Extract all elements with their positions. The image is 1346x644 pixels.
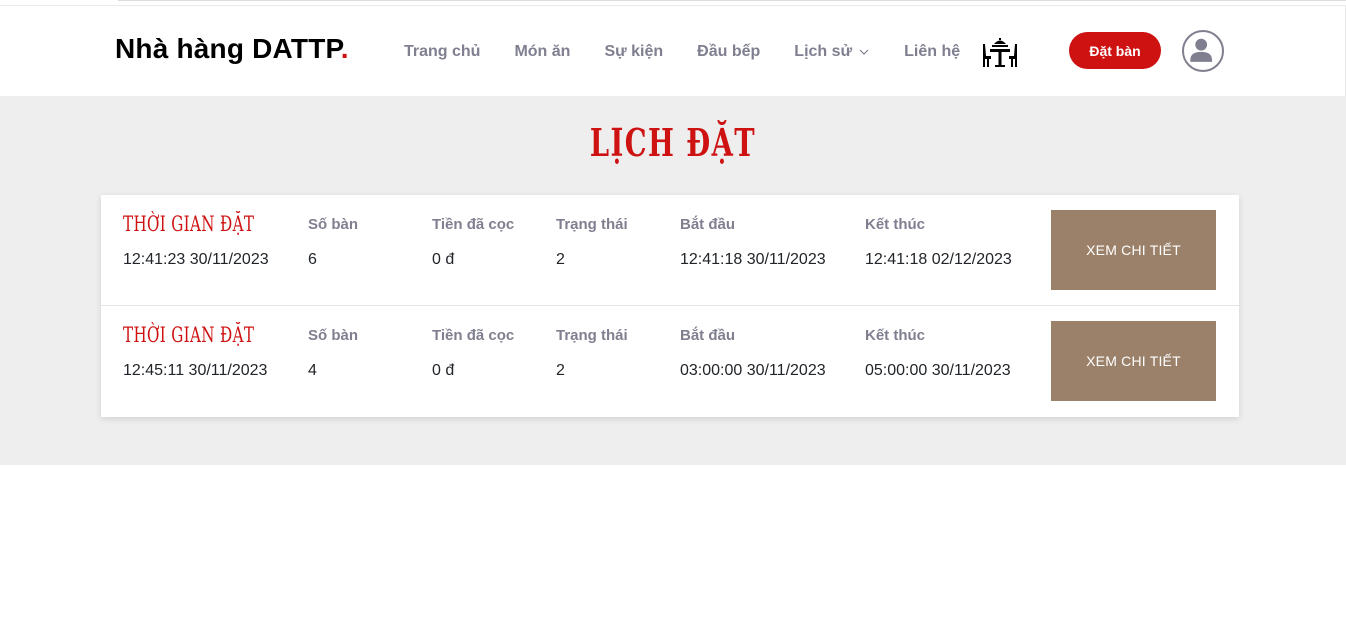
- brand-name: Nhà hàng DATTP: [115, 33, 341, 64]
- deposit-value: 0 đ: [432, 251, 455, 268]
- start-label: Bắt đầu: [680, 216, 736, 233]
- status-value: 2: [556, 251, 565, 268]
- nav-home[interactable]: Trang chủ: [404, 43, 480, 61]
- booking-time-label: THỜI GIAN ĐẶT: [123, 323, 255, 347]
- start-label: Bắt đầu: [680, 327, 736, 344]
- end-label: Kết thúc: [865, 216, 925, 233]
- deposit-label: Tiền đã cọc: [432, 216, 515, 233]
- navbar: Nhà hàng DATTP. Trang chủ Món ăn Sự kiện…: [0, 6, 1346, 96]
- table-number-value: 4: [308, 362, 317, 379]
- start-value: 03:00:00 30/11/2023: [680, 362, 826, 379]
- deposit-label: Tiền đã cọc: [432, 327, 515, 344]
- end-value: 12:41:18 02/12/2023: [865, 251, 1012, 268]
- view-detail-button[interactable]: XEM CHI TIẾT: [1051, 210, 1216, 290]
- end-value: 05:00:00 30/11/2023: [865, 362, 1011, 379]
- nav-contact[interactable]: Liên hệ: [904, 43, 960, 61]
- nav-menu[interactable]: Món ăn: [514, 43, 570, 61]
- booking-time-value: 12:45:11 30/11/2023: [123, 362, 268, 379]
- brand-logo[interactable]: Nhà hàng DATTP.: [115, 33, 349, 65]
- user-avatar-glyph: [1190, 38, 1213, 62]
- nav-history[interactable]: Lịch sử: [794, 43, 870, 61]
- table-number-label: Số bàn: [308, 327, 359, 344]
- booking-row: THỜI GIAN ĐẶT 12:45:11 30/11/2023 Số bàn…: [101, 306, 1239, 417]
- page-title: LỊCH ĐẶT: [589, 120, 757, 165]
- dining-table-icon[interactable]: [981, 36, 1019, 68]
- brand-dot: .: [340, 33, 349, 64]
- book-table-button[interactable]: Đặt bàn: [1069, 32, 1161, 69]
- deposit-value: 0 đ: [432, 362, 455, 379]
- booking-time-value: 12:41:23 30/11/2023: [123, 251, 269, 268]
- nav-history-label: Lịch sử: [794, 43, 853, 60]
- start-value: 12:41:18 30/11/2023: [680, 251, 826, 268]
- status-label: Trạng thái: [556, 327, 628, 344]
- table-number-label: Số bàn: [308, 216, 359, 233]
- table-number-value: 6: [308, 251, 317, 268]
- booking-time-label: THỜI GIAN ĐẶT: [123, 212, 255, 236]
- booking-row: THỜI GIAN ĐẶT 12:41:23 30/11/2023 Số bàn…: [101, 195, 1239, 306]
- bookings-section: LỊCH ĐẶT THỜI GIAN ĐẶT 12:41:23 30/11/20…: [0, 96, 1346, 465]
- end-label: Kết thúc: [865, 327, 925, 344]
- status-label: Trạng thái: [556, 216, 628, 233]
- bookings-card: THỜI GIAN ĐẶT 12:41:23 30/11/2023 Số bàn…: [101, 195, 1239, 417]
- nav-chefs[interactable]: Đầu bếp: [697, 43, 760, 61]
- view-detail-button[interactable]: XEM CHI TIẾT: [1051, 321, 1216, 401]
- top-divider: [118, 0, 1346, 1]
- chevron-down-icon: [859, 49, 869, 55]
- status-value: 2: [556, 362, 565, 379]
- main-nav: Trang chủ Món ăn Sự kiện Đầu bếp Lịch sử…: [404, 41, 960, 63]
- nav-events[interactable]: Sự kiện: [604, 43, 663, 61]
- user-icon[interactable]: [1182, 30, 1224, 72]
